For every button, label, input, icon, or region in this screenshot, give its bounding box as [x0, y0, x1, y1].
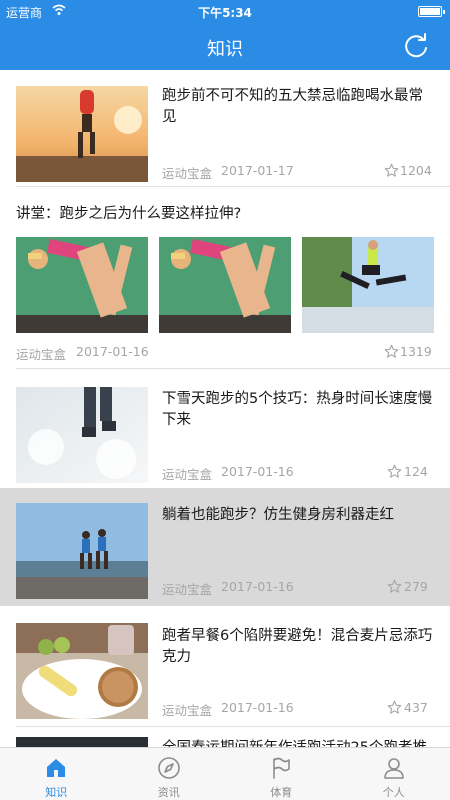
article-title: 全国春运期间新年作适跑活动25个跑者推 [162, 738, 438, 747]
article-thumbnail [16, 387, 148, 483]
tab-label: 知识 [45, 786, 68, 799]
article-source: 运动宝盒 [162, 582, 213, 597]
star-icon[interactable] [384, 344, 399, 359]
article-source: 运动宝盒 [162, 467, 213, 482]
article-thumbnail [302, 237, 434, 333]
star-icon[interactable] [387, 464, 402, 479]
app-screen: 运营商 下午5:34 知识 跑步前不可不知的五大禁忌临跑喝水最常见 运动宝盒 2… [0, 0, 450, 800]
article-title: 躺着也能跑步？仿生健身房利器走红 [162, 507, 394, 523]
home-icon [47, 759, 66, 777]
article-source: 运动宝盒 [162, 166, 213, 181]
article-date: 2017-01-17 [221, 163, 294, 178]
favorite-count: 124 [404, 464, 428, 479]
tab-personal[interactable]: 个人 [338, 748, 450, 800]
compass-icon [157, 757, 180, 779]
article-card[interactable]: 下雪天跑步的5个技巧：热身时间长速度慢下来 运动宝盒 2017-01-16 12… [0, 369, 450, 487]
article-date: 2017-01-16 [221, 464, 294, 479]
tab-label: 资讯 [157, 786, 180, 799]
tab-knowledge[interactable]: 知识 [0, 748, 113, 800]
article-thumbnail [16, 503, 148, 599]
article-title: 讲堂：跑步之后为什么要这样拉伸? [16, 206, 242, 222]
article-thumbnail [16, 237, 148, 333]
article-feed[interactable]: 跑步前不可不知的五大禁忌临跑喝水最常见 运动宝盒 2017-01-17 1204… [0, 70, 450, 747]
star-icon[interactable] [384, 163, 399, 178]
article-card[interactable]: 全国春运期间新年作适跑活动25个跑者推 [0, 727, 450, 747]
article-thumbnail [159, 237, 291, 333]
person-icon [383, 758, 404, 779]
article-date: 2017-01-16 [221, 579, 294, 594]
clock: 下午5:34 [198, 6, 252, 20]
favorite-count: 1319 [400, 344, 432, 359]
battery-icon [418, 6, 445, 17]
favorite-count: 279 [404, 579, 428, 594]
article-source: 运动宝盒 [162, 703, 213, 718]
article-title: 跑步前不可不知的五大禁忌临跑喝水最常见 [162, 88, 423, 125]
article-thumbnail [16, 737, 148, 747]
status-bar: 运营商 下午5:34 [0, 0, 450, 22]
article-card[interactable]: 跑者早餐6个陷阱要避免！混合麦片忌添巧克力 运动宝盒 2017-01-16 43… [0, 606, 450, 726]
tab-label: 体育 [270, 786, 293, 799]
star-icon[interactable] [387, 579, 402, 594]
article-card[interactable]: 讲堂：跑步之后为什么要这样拉伸? 运动宝盒 2017-01-16 1319 [0, 187, 450, 368]
page-title: 知识 [207, 39, 243, 60]
tab-sports[interactable]: 体育 [225, 748, 338, 800]
tab-news[interactable]: 资讯 [113, 748, 226, 800]
favorite-count: 1204 [400, 163, 432, 178]
article-source: 运动宝盒 [16, 347, 67, 362]
article-card[interactable]: 跑步前不可不知的五大禁忌临跑喝水最常见 运动宝盒 2017-01-17 1204 [0, 70, 450, 186]
article-title: 跑者早餐6个陷阱要避免！混合麦片忌添巧克力 [162, 628, 433, 665]
refresh-icon[interactable] [402, 32, 430, 60]
tab-label: 个人 [382, 786, 405, 799]
article-card[interactable]: 躺着也能跑步？仿生健身房利器走红 运动宝盒 2017-01-16 279 [0, 488, 450, 606]
article-title: 下雪天跑步的5个技巧：热身时间长速度慢下来 [162, 391, 433, 428]
article-date: 2017-01-16 [221, 700, 294, 715]
article-date: 2017-01-16 [76, 344, 149, 359]
article-thumbnail [16, 623, 148, 719]
article-thumbnail [16, 86, 148, 182]
favorite-count: 437 [404, 700, 428, 715]
nav-bar: 知识 [0, 22, 450, 70]
star-icon[interactable] [387, 700, 402, 715]
tab-bar: 知识 资讯 体育 个人 [0, 747, 450, 800]
flag-icon [273, 757, 291, 779]
